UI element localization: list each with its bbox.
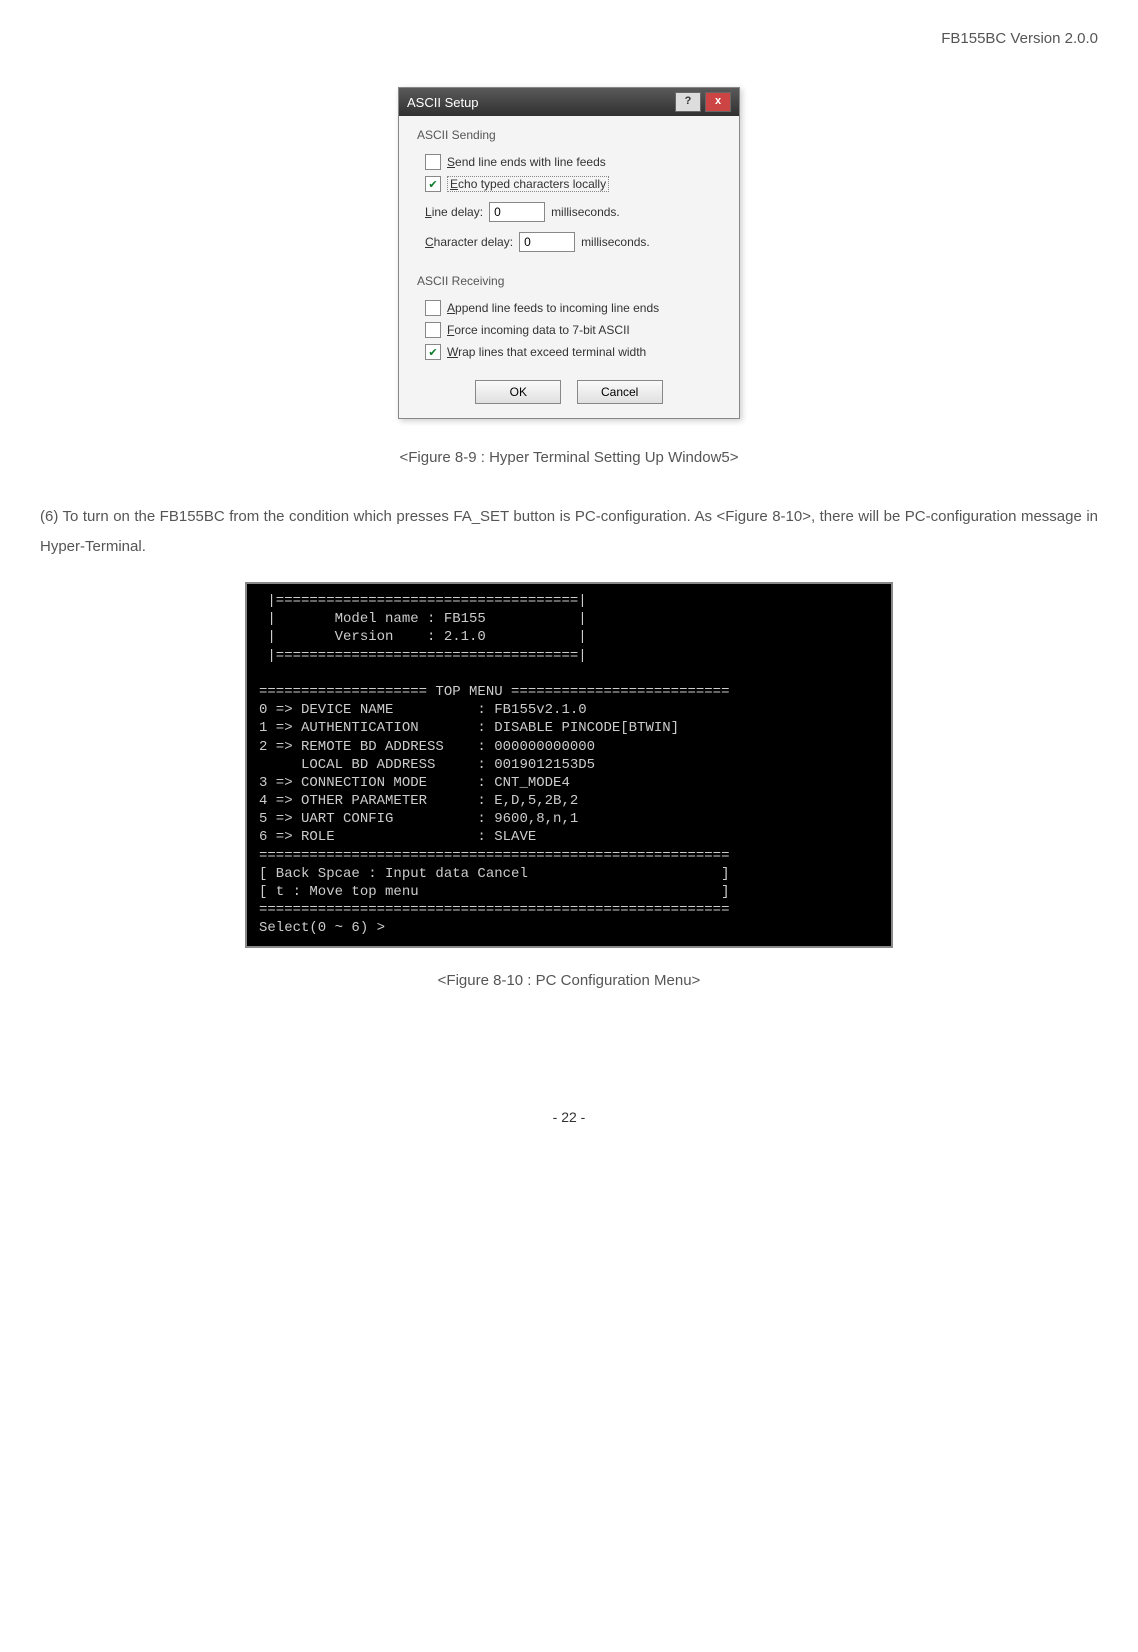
hyperterminal-output: |====================================| |…: [245, 582, 893, 948]
dialog-title: ASCII Setup: [407, 95, 479, 110]
send-line-ends-row[interactable]: SSend line ends with line feedsend line …: [425, 154, 725, 170]
checkbox-unchecked-icon[interactable]: [425, 300, 441, 316]
force-7bit-row[interactable]: Force incoming data to 7-bit ASCIIForce …: [425, 322, 725, 338]
figure-8-9-caption: <Figure 8-9 : Hyper Terminal Setting Up …: [40, 449, 1098, 466]
dialog-button-row: OK Cancel: [413, 366, 725, 408]
ok-button[interactable]: OK: [475, 380, 561, 404]
char-delay-row: Character delay:Character delay: millise…: [425, 232, 725, 252]
line-delay-row: Line delay:Line delay: milliseconds.: [425, 202, 725, 222]
dialog-titlebar: ASCII Setup ? x: [399, 88, 739, 116]
ascii-receiving-group-label: ASCII Receiving: [413, 272, 725, 294]
cancel-button[interactable]: Cancel: [577, 380, 663, 404]
checkbox-checked-icon[interactable]: ✔: [425, 176, 441, 192]
send-line-ends-label: SSend line ends with line feedsend line …: [447, 155, 606, 169]
char-delay-units: milliseconds.: [581, 235, 650, 249]
dialog-wrapper: ASCII Setup ? x ASCII Sending SSend line…: [40, 87, 1098, 419]
char-delay-input[interactable]: [519, 232, 575, 252]
ascii-setup-dialog: ASCII Setup ? x ASCII Sending SSend line…: [398, 87, 740, 419]
checkbox-unchecked-icon[interactable]: [425, 322, 441, 338]
echo-typed-row[interactable]: ✔ Echo typed characters locallyEcho type…: [425, 176, 725, 192]
terminal-wrapper: |====================================| |…: [40, 582, 1098, 948]
char-delay-label: Character delay:Character delay:: [425, 235, 513, 249]
force-7bit-label: Force incoming data to 7-bit ASCIIForce …: [447, 323, 630, 337]
append-line-feeds-label: Append line feeds to incoming line endsA…: [447, 301, 659, 315]
wrap-lines-label: Wrap lines that exceed terminal widthWra…: [447, 345, 646, 359]
checkbox-unchecked-icon[interactable]: [425, 154, 441, 170]
figure-8-10-caption: <Figure 8-10 : PC Configuration Menu>: [40, 972, 1098, 989]
line-delay-input[interactable]: [489, 202, 545, 222]
line-delay-label: Line delay:Line delay:: [425, 205, 483, 219]
wrap-lines-row[interactable]: ✔ Wrap lines that exceed terminal widthW…: [425, 344, 725, 360]
ascii-sending-group-label: ASCII Sending: [413, 126, 725, 148]
echo-typed-label: Echo typed characters locallyEcho typed …: [447, 176, 609, 192]
append-line-feeds-row[interactable]: Append line feeds to incoming line endsA…: [425, 300, 725, 316]
titlebar-buttons: ? x: [675, 92, 731, 112]
doc-version-header: FB155BC Version 2.0.0: [40, 30, 1098, 47]
paragraph-6: (6) To turn on the FB155BC from the cond…: [40, 502, 1098, 562]
help-icon[interactable]: ?: [675, 92, 701, 112]
page-number: - 22 -: [40, 1109, 1098, 1125]
close-icon[interactable]: x: [705, 92, 731, 112]
dialog-body: ASCII Sending SSend line ends with line …: [399, 116, 739, 418]
checkbox-checked-icon[interactable]: ✔: [425, 344, 441, 360]
line-delay-units: milliseconds.: [551, 205, 620, 219]
